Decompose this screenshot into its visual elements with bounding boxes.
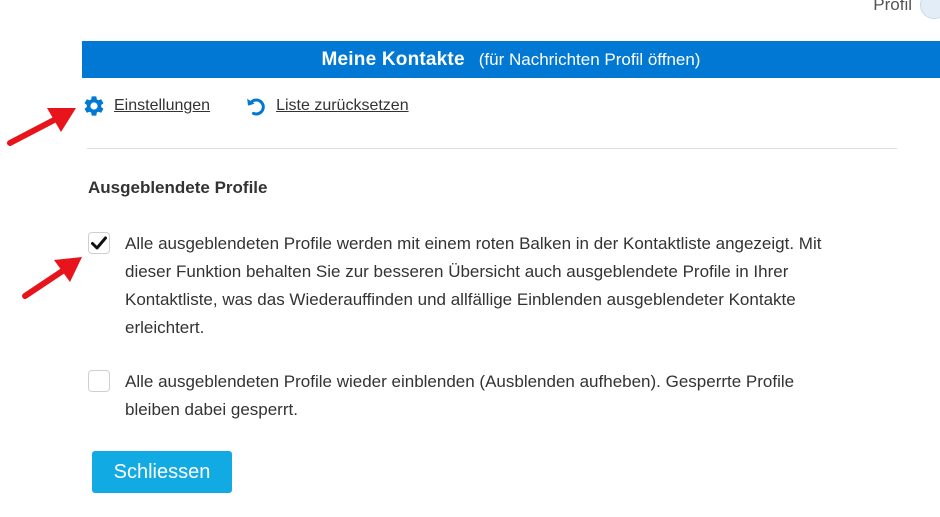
reset-list-label[interactable]: Liste zurücksetzen [276,97,409,115]
settings-link[interactable]: Einstellungen [82,94,210,118]
close-button[interactable]: Schliessen [92,451,232,493]
gear-icon [82,94,106,118]
top-user-menu[interactable]: Profil [873,0,940,19]
annotation-arrow [7,108,76,146]
option-show-hidden-red-bar: Alle ausgeblendeten Profile werden mit e… [88,230,850,342]
annotation-arrow [22,257,82,299]
header-bar: Meine Kontakte (für Nachrichten Profil ö… [82,41,940,78]
page-title: Meine Kontakte [321,48,465,70]
option-unhide-all: Alle ausgeblendeten Profile wieder einbl… [88,368,850,424]
option-text: Alle ausgeblendeten Profile wieder einbl… [125,372,795,419]
divider [87,148,897,149]
checkbox-show-hidden[interactable] [88,232,110,254]
avatar[interactable] [920,0,940,19]
settings-label[interactable]: Einstellungen [114,97,210,115]
checkbox-unhide-all[interactable] [88,370,110,392]
option-text: Alle ausgeblendeten Profile werden mit e… [125,234,822,337]
checkmark-icon [91,236,107,250]
reset-list-link[interactable]: Liste zurücksetzen [244,94,409,118]
user-label[interactable]: Profil [873,0,912,15]
toolbar: Einstellungen Liste zurücksetzen [82,92,409,120]
page-subtitle: (für Nachrichten Profil öffnen) [478,49,701,69]
undo-icon [244,94,268,118]
section-title: Ausgeblendete Profile [88,178,268,197]
